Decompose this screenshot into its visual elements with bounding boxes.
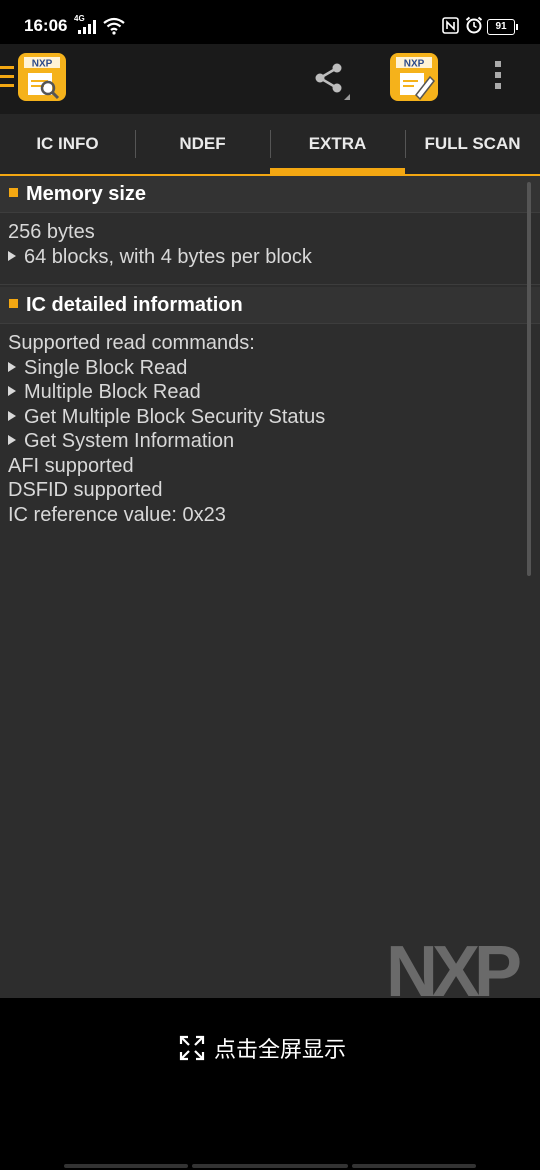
section-bullet (9, 188, 18, 197)
svg-text:NXP: NXP (32, 59, 53, 70)
section-bullet (9, 299, 18, 308)
commands-label: Supported read commands: (8, 332, 255, 354)
bullet-triangle-icon (8, 435, 16, 445)
battery-indicator: 91 (487, 19, 518, 35)
tab-bar: IC INFO NDEF EXTRA FULL SCAN (0, 114, 540, 176)
list-item: Single Block Read (8, 357, 187, 380)
section-header-memory: Memory size (0, 176, 540, 213)
bottom-overlay: 点击全屏显示 (0, 998, 540, 1170)
nav-handle (64, 1164, 188, 1168)
nfc-icon (442, 17, 459, 34)
memory-size-value: 256 bytes (8, 221, 95, 243)
nav-handle (192, 1164, 348, 1168)
bullet-triangle-icon (8, 362, 16, 372)
alarm-icon (465, 16, 483, 34)
section-header-ic-details: IC detailed information (0, 287, 540, 324)
bullet-triangle-icon (8, 386, 16, 396)
section-title: IC detailed information (26, 294, 243, 316)
list-item: Get System Information (8, 430, 234, 453)
app-logo: NXP (18, 53, 66, 101)
dsfid-status: DSFID supported (8, 479, 163, 501)
svg-text:NXP: NXP (386, 942, 520, 998)
status-bar: 16:06 4G 91 (0, 0, 540, 44)
bullet-triangle-icon (8, 411, 16, 421)
list-item: Get Multiple Block Security Status (8, 406, 325, 429)
extra-content[interactable]: Memory size 256 bytes 64 blocks, with 4 … (0, 176, 540, 998)
bullet-triangle-icon (8, 251, 16, 261)
svg-text:NXP: NXP (404, 59, 425, 70)
tab-extra[interactable]: EXTRA (270, 114, 405, 174)
tag-writer-logo[interactable]: NXP (390, 53, 438, 101)
app-bar: NXP NXP (0, 44, 540, 114)
nav-handle (352, 1164, 476, 1168)
signal-icon (78, 20, 96, 34)
status-time: 16:06 (24, 16, 68, 35)
wifi-icon (103, 17, 125, 35)
more-options-icon[interactable] (492, 61, 504, 97)
ic-reference: IC reference value: 0x23 (8, 504, 226, 526)
tab-full-scan[interactable]: FULL SCAN (405, 114, 540, 174)
nxp-watermark-logo: NXP (386, 942, 526, 998)
fullscreen-label: 点击全屏显示 (214, 1037, 347, 1062)
tab-ndef[interactable]: NDEF (135, 114, 270, 174)
menu-icon[interactable] (0, 66, 14, 88)
tab-ic-info[interactable]: IC INFO (0, 114, 135, 174)
fullscreen-button[interactable]: 点击全屏显示 (178, 1032, 346, 1064)
divider (0, 284, 540, 285)
fullscreen-icon (179, 1035, 205, 1061)
share-icon[interactable] (310, 60, 350, 100)
memory-blocks-item: 64 blocks, with 4 bytes per block (8, 246, 312, 269)
section-title: Memory size (26, 183, 147, 205)
nxp-logo-icon: NXP (24, 57, 60, 100)
afi-status: AFI supported (8, 455, 134, 477)
list-item: Multiple Block Read (8, 381, 201, 404)
nxp-writer-icon: NXP (396, 57, 435, 101)
scrollbar[interactable] (527, 182, 531, 576)
